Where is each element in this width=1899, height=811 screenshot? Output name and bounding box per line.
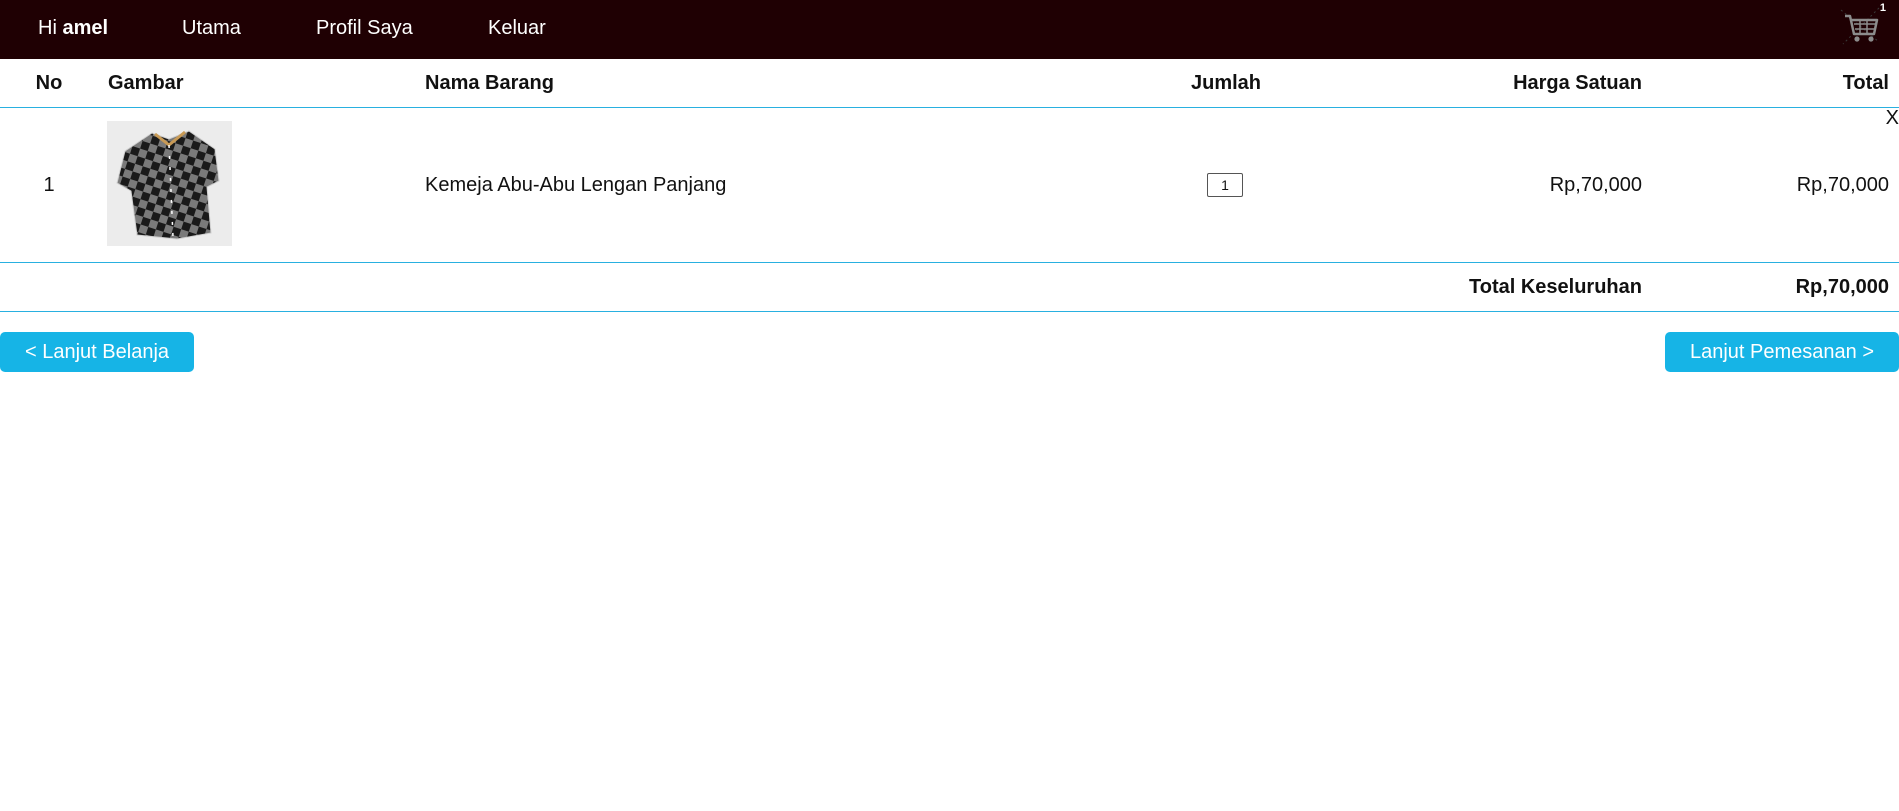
nav-link-keluar[interactable]: Keluar xyxy=(488,0,546,59)
continue-order-button[interactable]: Lanjut Pemesanan > xyxy=(1664,332,1899,372)
quantity-input[interactable] xyxy=(1207,173,1243,197)
header-no: No xyxy=(35,72,63,94)
unit-price: Rp,70,000 xyxy=(1549,174,1642,196)
remove-item-button[interactable]: X xyxy=(1886,108,1899,128)
header-total: Total xyxy=(1842,72,1889,94)
grand-total-label: Total Keseluruhan xyxy=(1469,276,1642,298)
greeting: Hi amel xyxy=(38,0,108,59)
header-gambar: Gambar xyxy=(108,72,184,94)
greeting-prefix: Hi xyxy=(38,17,63,39)
nav-link-utama[interactable]: Utama xyxy=(182,0,241,59)
table-header-row: No Gambar Nama Barang Jumlah Harga Satua… xyxy=(0,59,1899,108)
cart-count-badge: 1 xyxy=(1879,2,1886,14)
product-name: Kemeja Abu-Abu Lengan Panjang xyxy=(425,174,727,196)
continue-shopping-button[interactable]: < Lanjut Belanja xyxy=(0,332,195,372)
product-image xyxy=(107,121,232,246)
header-jumlah: Jumlah xyxy=(1190,72,1262,94)
checkered-shirt-image xyxy=(107,121,232,246)
row-total: Rp,70,000 xyxy=(1796,174,1889,196)
table-row: 1 Kemeja Abu-Abu Lengan Panjang 1 Rp,70,… xyxy=(0,108,1899,263)
top-navbar: Hi amel Utama Profil Saya Keluar 1 xyxy=(0,0,1899,59)
nav-link-profil-saya[interactable]: Profil Saya xyxy=(316,0,413,59)
header-harga-satuan: Harga Satuan xyxy=(1513,72,1642,94)
row-number: 1 xyxy=(43,174,55,196)
grand-total-value: Rp,70,000 xyxy=(1795,276,1889,298)
header-nama-barang: Nama Barang xyxy=(425,72,554,94)
cart-button[interactable]: 1 xyxy=(1839,2,1887,48)
grand-total-row: Total Keseluruhan Rp,70,000 xyxy=(0,263,1899,312)
username: amel xyxy=(62,17,109,39)
